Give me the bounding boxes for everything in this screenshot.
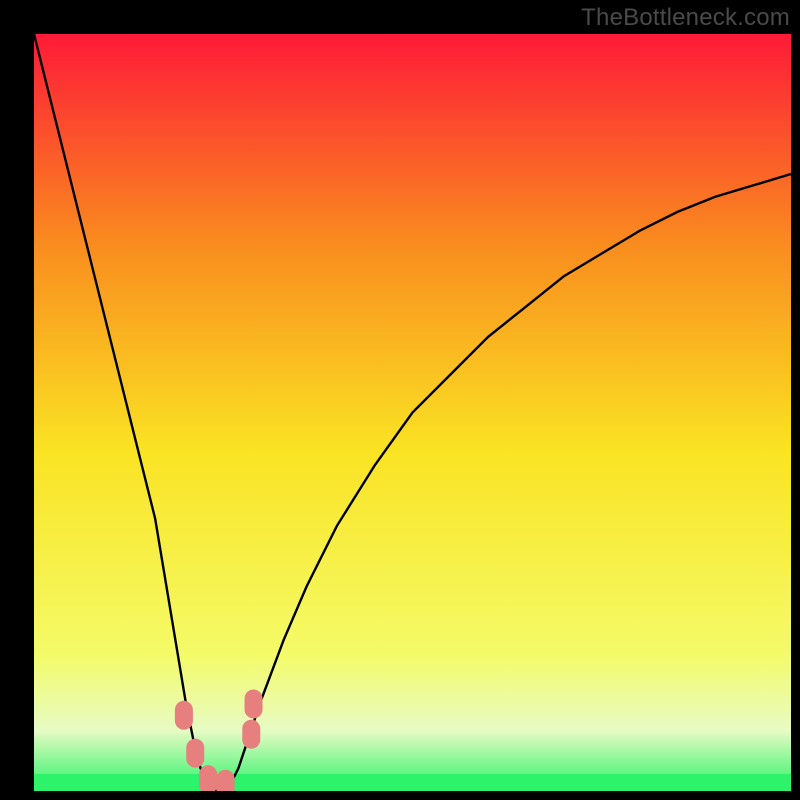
watermark-text: TheBottleneck.com [581, 4, 790, 32]
curve-marker [199, 765, 217, 791]
plot-area [34, 34, 791, 791]
curve-marker [186, 739, 204, 768]
curve-marker [175, 701, 193, 730]
curve-marker [217, 770, 235, 791]
curve-marker [242, 720, 260, 749]
chart-svg [34, 34, 791, 791]
curve-marker [245, 689, 263, 718]
green-baseline-band [34, 774, 791, 791]
outer-frame: TheBottleneck.com [0, 0, 800, 800]
